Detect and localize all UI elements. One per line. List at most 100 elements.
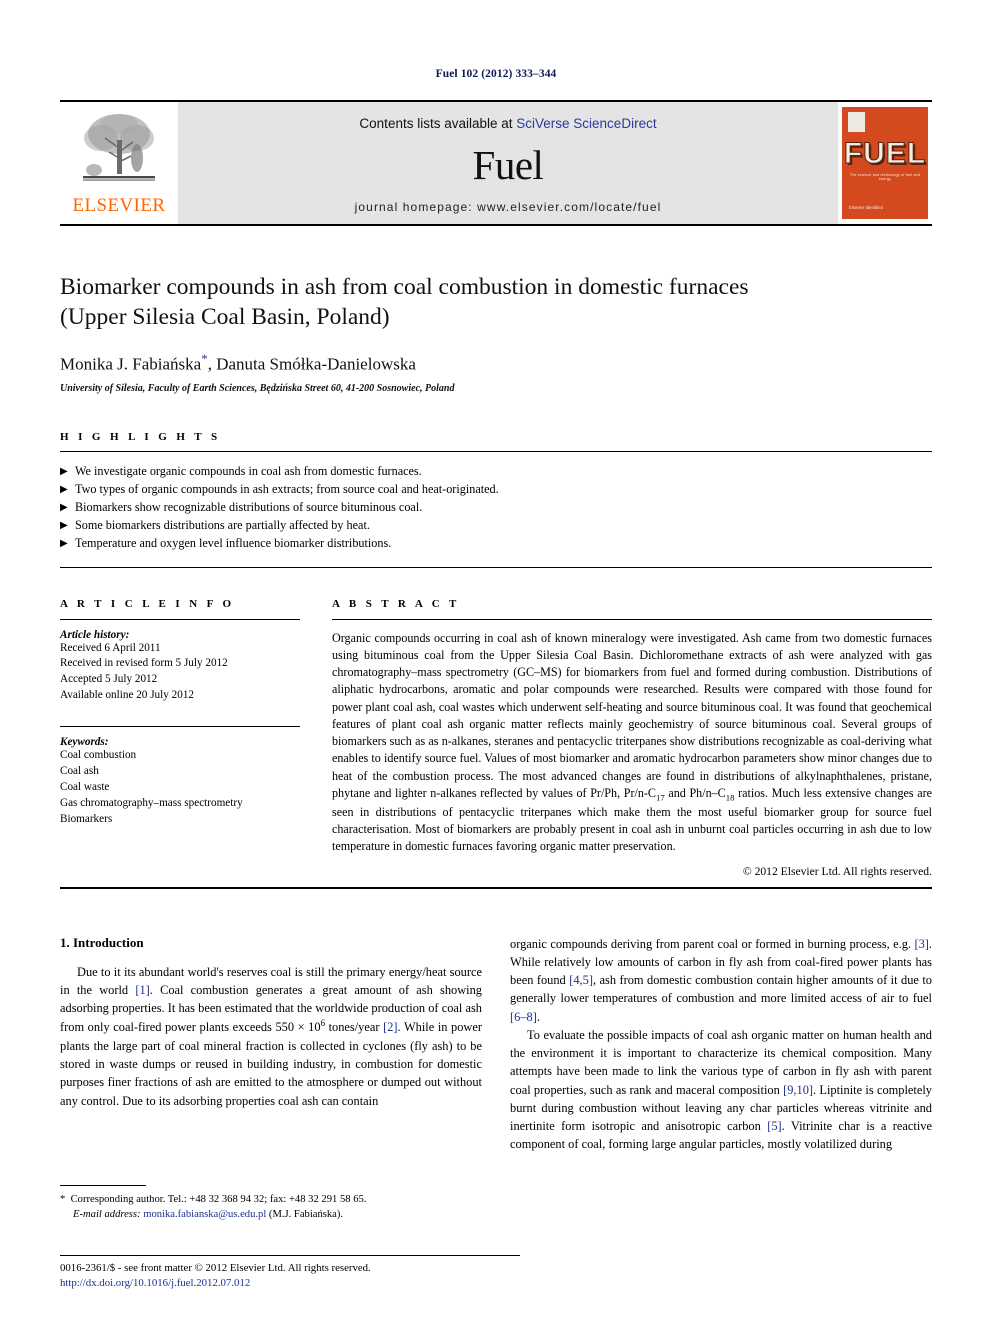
keywords-divider [60,726,300,728]
abstract-column: A B S T R A C T Organic compounds occurr… [332,598,932,878]
keywords-label: Keywords: [60,736,109,749]
elsevier-tree-icon [83,114,155,181]
abstract-copyright: © 2012 Elsevier Ltd. All rights reserved… [742,864,932,878]
abstract-subscript-17: 17 [656,792,665,803]
highlights-divider [60,450,932,452]
highlights-section: H I G H L I G H T S ▶ We investigate orga… [60,431,932,568]
title-block: Biomarker compounds in ash from coal com… [60,272,932,394]
highlight-text: Two types of organic compounds in ash ex… [75,481,499,496]
sciencedirect-link[interactable]: SciVerse ScienceDirect [516,116,656,131]
footnote-contact-text: Corresponding author. Tel.: +48 32 368 9… [70,1194,367,1205]
elsevier-mark-icon [848,112,865,132]
citation-link[interactable]: [4,5] [569,973,593,987]
list-item: ▶ We investigate organic compounds in coa… [60,463,932,481]
highlight-text: Some biomarkers distributions are partia… [75,517,370,532]
body-columns: 1. Introduction Due to it its abundant w… [60,935,932,1154]
body-column-right: organic compounds deriving from parent c… [510,935,932,1154]
highlights-list: ▶ We investigate organic compounds in coa… [60,463,932,553]
citation-link[interactable]: [3] [914,937,928,951]
article-title-line2: (Upper Silesia Coal Basin, Poland) [60,304,390,331]
abstract-text: Organic compounds occurring in coal ash … [332,630,932,856]
history-online: Available online 20 July 2012 [60,689,195,702]
footnote-marker: * [60,1194,66,1205]
page-footer: 0016-2361/$ - see front matter © 2012 El… [60,1255,520,1291]
article-page: Fuel 102 (2012) 333–344 ELSEVIER Content… [0,0,992,1323]
highlight-text: Temperature and oxygen level influence b… [75,535,392,550]
triangle-bullet-icon: ▶ [60,501,68,513]
running-head: Fuel 102 (2012) 333–344 [435,68,557,80]
affiliation: University of Silesia, Faculty of Earth … [60,382,455,394]
footer-rule [60,1255,520,1256]
history-received: Received 6 April 2011 [60,641,161,654]
highlight-text: Biomarkers show recognizable distributio… [75,499,423,514]
section-heading-introduction: 1. Introduction [60,934,144,950]
article-info-column: A R T I C L E I N F O Article history: R… [60,598,300,878]
email-owner: (M.J. Fabiańska). [266,1209,344,1221]
body-column-left: 1. Introduction Due to it its abundant w… [60,935,482,1154]
keyword-item: Coal combustion [60,749,137,762]
email-address-label: E-mail address: [73,1209,141,1221]
abstract-bottom-divider [60,886,932,889]
citation-link[interactable]: [2] [383,1021,397,1035]
highlights-bottom-divider [60,566,932,568]
keyword-item: Biomarkers [60,812,113,825]
citation-link[interactable]: [6–8] [510,1010,537,1024]
author-list: Monika J. Fabiańska*, Danuta Smółka-Dani… [60,351,932,375]
abstract-part-2: and Ph/n–C [664,786,726,801]
citation-link[interactable]: [1] [135,983,149,997]
intro-r1-a: organic compounds deriving from parent c… [510,936,915,951]
intro-text-c: tones/year [325,1020,384,1035]
abstract-part-1: Organic compounds occurring in coal ash … [332,630,932,801]
keywords-block: Keywords: Coal combustion Coal ash Coal … [60,726,300,828]
cover-subtitle: The science and technology of fuel and e… [849,173,921,181]
article-info-divider [60,618,300,620]
journal-cover-thumbnail[interactable]: FUEL The science and technology of fuel … [838,102,932,224]
highlights-heading: H I G H L I G H T S [60,430,221,443]
footnote-rule [60,1185,146,1186]
keyword-item: Coal ash [60,765,99,778]
elsevier-wordmark: ELSEVIER [72,195,166,216]
page-title: Biomarker compounds in ash from coal com… [60,272,932,332]
footnote-email-line: E-mail address: monika.fabianska@us.edu.… [60,1207,485,1222]
intro-paragraph-left: Due to it its abundant world's reserves … [60,963,482,1110]
journal-homepage-link[interactable]: journal homepage: www.elsevier.com/locat… [355,200,662,214]
triangle-bullet-icon: ▶ [60,465,68,477]
history-revised: Received in revised form 5 July 2012 [60,657,228,670]
list-item: ▶ Some biomarkers distributions are parti… [60,517,932,535]
email-link[interactable]: monika.fabianska@us.edu.pl [143,1209,266,1220]
highlight-text: We investigate organic compounds in coal… [75,463,422,478]
intro-r1-d: . [536,1009,540,1024]
intro-paragraph-right-1: organic compounds deriving from parent c… [510,935,932,1026]
triangle-bullet-icon: ▶ [60,537,68,549]
corresponding-author-footnote: * Corresponding author. Tel.: +48 32 368… [60,1185,485,1222]
article-title-line1: Biomarker compounds in ash from coal com… [60,274,749,300]
doi-link[interactable]: http://dx.doi.org/10.1016/j.fuel.2012.07… [60,1276,520,1291]
cover-footer: Elsevier Identified [849,205,883,210]
masthead-center: Contents lists available at SciVerse Sci… [178,102,838,224]
journal-masthead: ELSEVIER Contents lists available at Sci… [60,100,932,226]
list-item: ▶ Two types of organic compounds in ash e… [60,481,932,499]
article-history-label: Article history: [60,628,130,641]
contents-available-line: Contents lists available at SciVerse Sci… [359,116,656,131]
author-first: Monika J. Fabiańska [60,354,202,374]
footnote-contact-line: * Corresponding author. Tel.: +48 32 368… [60,1192,485,1207]
history-accepted: Accepted 5 July 2012 [60,673,158,686]
intro-paragraph-right-2: To evaluate the possible impacts of coal… [510,1026,932,1154]
triangle-bullet-icon: ▶ [60,519,68,531]
contents-prefix: Contents lists available at [359,116,517,131]
citation-link[interactable]: [5] [767,1119,781,1133]
abstract-divider [332,618,932,620]
cover-image: FUEL The science and technology of fuel … [842,107,928,219]
citation-link[interactable]: [9,10] [783,1083,813,1097]
abstract-heading: A B S T R A C T [332,597,460,610]
article-info-heading: A R T I C L E I N F O [60,597,235,610]
keyword-item: Coal waste [60,780,110,793]
list-item: ▶ Biomarkers show recognizable distributi… [60,499,932,517]
keyword-item: Gas chromatography–mass spectrometry [60,796,243,809]
author-rest: , Danuta Smółka-Danielowska [207,354,416,374]
journal-title: Fuel [472,142,544,188]
elsevier-logo: ELSEVIER [60,102,178,224]
cover-title: FUEL [843,137,927,171]
triangle-bullet-icon: ▶ [60,483,68,495]
info-abstract-row: A R T I C L E I N F O Article history: R… [60,598,932,878]
